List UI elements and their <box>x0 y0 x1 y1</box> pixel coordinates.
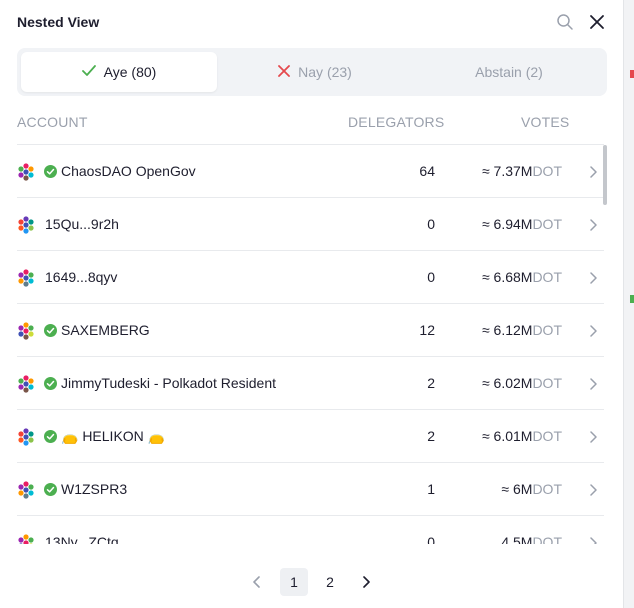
votes-amount: ≈ 6.12M <box>481 322 533 338</box>
pagination: 1 2 <box>0 568 622 598</box>
account-name[interactable]: ChaosDAO OpenGov <box>61 163 196 179</box>
votes-unit: DOT <box>532 216 562 232</box>
delegators-count: 2 <box>427 428 435 444</box>
votes-amount: ≈ 6.02M <box>481 375 533 391</box>
delegators-count: 2 <box>427 375 435 391</box>
modal-header: Nested View <box>17 0 607 44</box>
account-name[interactable]: 1649...8qyv <box>45 269 117 285</box>
chevron-left-icon <box>253 576 260 588</box>
votes-unit: DOT <box>532 375 562 391</box>
tab-label: Aye (80) <box>103 64 157 80</box>
votes-unit: DOT <box>532 428 562 444</box>
delegators-count: 64 <box>419 163 435 179</box>
votes-unit: DOT <box>532 269 562 285</box>
votes-unit: DOT <box>532 163 562 179</box>
delegators-count: 0 <box>427 216 435 232</box>
table-row[interactable]: SAXEMBERG 12 ≈ 6.12MDOT <box>17 303 604 357</box>
nested-view-modal: Nested View Aye (80) Nay (23) Abstain (2… <box>0 0 622 608</box>
account-name[interactable]: W1ZSPR3 <box>61 481 127 497</box>
votes-value: ≈ 6.12MDOT <box>482 322 562 338</box>
votes-value: ≈ 6MDOT <box>501 481 562 497</box>
delegators-count: 0 <box>427 269 435 285</box>
chevron-right-icon[interactable] <box>588 536 598 544</box>
table-row[interactable]: W1ZSPR3 1 ≈ 6MDOT <box>17 462 604 516</box>
votes-unit: DOT <box>532 534 562 544</box>
column-header-delegators: DELEGATORS <box>348 114 445 130</box>
votes-amount: ≈ 6M <box>501 481 533 497</box>
chevron-right-icon[interactable] <box>588 218 598 231</box>
next-page-button[interactable] <box>352 568 380 596</box>
account-name[interactable]: SAXEMBERG <box>61 322 150 338</box>
votes-amount: ≈ 6.01M <box>481 428 533 444</box>
votes-unit: DOT <box>532 322 562 338</box>
tab-aye[interactable]: Aye (80) <box>21 52 217 92</box>
identicon-avatar <box>17 534 35 544</box>
votes-unit: DOT <box>532 481 562 497</box>
cross-icon <box>278 64 291 80</box>
chevron-right-icon[interactable] <box>588 377 598 390</box>
modal-title: Nested View <box>17 14 100 30</box>
table-row[interactable]: 1649...8qyv 0 ≈ 6.68MDOT <box>17 250 604 304</box>
identicon-avatar <box>17 163 35 181</box>
delegators-count: 1 <box>427 481 435 497</box>
verified-icon <box>44 165 57 178</box>
votes-value: ≈ 6.68MDOT <box>482 269 562 285</box>
votes-value: ≈ 6.02MDOT <box>482 375 562 391</box>
chevron-right-icon[interactable] <box>588 271 598 284</box>
identicon-avatar <box>17 322 35 340</box>
tab-abstain[interactable]: Abstain (2) <box>411 52 607 92</box>
search-icon[interactable] <box>556 13 574 31</box>
backdrop-marker <box>630 70 634 78</box>
identicon-avatar <box>17 269 35 287</box>
votes-value: 4.5MDOT <box>501 534 562 544</box>
chevron-right-icon[interactable] <box>588 165 598 178</box>
account-name[interactable]: JimmyTudeski - Polkadot Resident <box>61 375 276 391</box>
page-1-button[interactable]: 1 <box>280 568 308 596</box>
votes-amount: 4.5M <box>501 534 533 544</box>
chevron-right-icon <box>363 576 370 588</box>
previous-page-button[interactable] <box>243 568 271 596</box>
chevron-right-icon[interactable] <box>588 324 598 337</box>
page-2-button[interactable]: 2 <box>316 568 344 596</box>
verified-icon <box>44 377 57 390</box>
votes-amount: ≈ 7.37M <box>481 163 533 179</box>
votes-amount: ≈ 6.68M <box>481 269 533 285</box>
votes-value: ≈ 6.01MDOT <box>482 428 562 444</box>
scrollbar[interactable] <box>603 145 607 205</box>
close-icon[interactable] <box>588 13 606 31</box>
identicon-avatar <box>17 216 35 234</box>
chevron-right-icon[interactable] <box>588 483 598 496</box>
verified-icon <box>44 324 57 337</box>
column-header-account: ACCOUNT <box>17 114 88 130</box>
verified-icon <box>44 483 57 496</box>
table-row[interactable]: JimmyTudeski - Polkadot Resident 2 ≈ 6.02M… <box>17 356 604 410</box>
table-row[interactable]: ChaosDAO OpenGov 64 ≈ 7.37MDOT <box>17 144 604 198</box>
table-row[interactable]: 15Qu...9r2h 0 ≈ 6.94MDOT <box>17 197 604 251</box>
chevron-right-icon[interactable] <box>588 430 598 443</box>
votes-value: ≈ 6.94MDOT <box>482 216 562 232</box>
identicon-avatar <box>17 481 35 499</box>
tab-label: Nay (23) <box>298 64 352 80</box>
account-name[interactable]: 👝 HELIKON 👝 <box>61 428 165 445</box>
verified-icon <box>44 430 57 443</box>
tab-label: Abstain (2) <box>475 64 543 80</box>
delegators-count: 12 <box>419 322 435 338</box>
table-row[interactable]: 👝 HELIKON 👝 2 ≈ 6.01MDOT <box>17 409 604 463</box>
voter-list: ChaosDAO OpenGov 64 ≈ 7.37MDOT 15Qu...9r2h 0… <box>17 144 604 544</box>
identicon-avatar <box>17 375 35 393</box>
votes-amount: ≈ 6.94M <box>481 216 533 232</box>
identicon-avatar <box>17 428 35 446</box>
check-icon <box>81 64 96 80</box>
backdrop <box>623 0 634 608</box>
column-header-votes: VOTES <box>521 114 570 130</box>
votes-value: ≈ 7.37MDOT <box>482 163 562 179</box>
account-name[interactable]: 13Ny...ZCtq <box>45 534 119 544</box>
account-name[interactable]: 15Qu...9r2h <box>45 216 119 232</box>
vote-tabs: Aye (80) Nay (23) Abstain (2) <box>17 48 607 96</box>
backdrop-marker <box>630 295 634 303</box>
table-row[interactable]: 13Ny...ZCtq 0 4.5MDOT <box>17 515 604 544</box>
tab-nay[interactable]: Nay (23) <box>217 52 413 92</box>
delegators-count: 0 <box>427 534 435 544</box>
